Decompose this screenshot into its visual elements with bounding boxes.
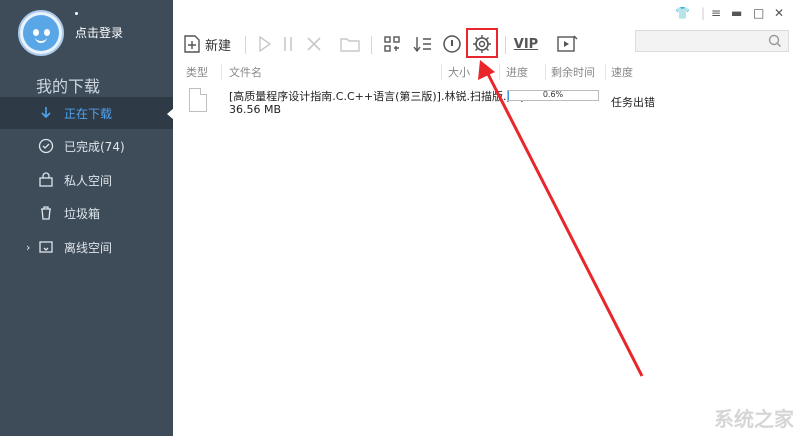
progress-text: 0.6% <box>542 90 564 99</box>
sidebar-item-offline-space[interactable]: › 离线空间 <box>0 231 173 263</box>
column-header: 类型 文件名 大小 进度 剩余时间 速度 <box>173 64 800 80</box>
sort-button[interactable] <box>411 32 435 56</box>
progress-bar: 0.6% <box>507 90 599 101</box>
status-dot <box>75 12 78 15</box>
video-button[interactable] <box>555 32 579 56</box>
download-icon <box>41 107 51 119</box>
file-size: 36.56 MB <box>229 103 282 116</box>
file-icon <box>189 88 207 112</box>
user-area: 点击登录 <box>0 0 173 60</box>
search-input[interactable] <box>635 30 789 52</box>
column-filename[interactable]: 文件名 <box>229 64 262 80</box>
play-icon <box>259 35 272 53</box>
new-file-icon <box>184 35 200 53</box>
watermark: 系统之家 <box>714 407 794 431</box>
column-divider <box>221 64 222 80</box>
sort-icon <box>413 37 431 53</box>
menu-icon[interactable]: ≡ <box>711 6 721 20</box>
download-manager-window: 点击登录 我的下载 正在下载 已完成(74) 私人空间 垃圾箱 › 离线空间 👕 <box>0 0 800 436</box>
delete-button[interactable] <box>303 32 325 56</box>
maximize-icon[interactable]: □ <box>753 6 764 20</box>
grid-view-button[interactable] <box>381 32 403 56</box>
folder-icon <box>340 38 360 52</box>
trash-icon <box>41 206 51 220</box>
new-task-label: 新建 <box>205 38 232 54</box>
pause-button[interactable] <box>279 32 297 56</box>
column-speed[interactable]: 速度 <box>611 64 633 80</box>
column-divider <box>545 64 546 80</box>
column-divider <box>605 64 606 80</box>
grid-icon <box>384 36 400 52</box>
close-icon[interactable]: ✕ <box>774 6 784 20</box>
login-link[interactable]: 点击登录 <box>75 24 123 41</box>
sidebar-item-label: 正在下载 <box>64 106 113 121</box>
avatar-eye <box>33 29 39 36</box>
speed-limit-icon <box>443 35 461 53</box>
minimize-icon[interactable]: ▬ <box>731 6 742 20</box>
sidebar-item-label: 已完成(74) <box>64 139 125 154</box>
settings-highlight-box <box>466 28 498 58</box>
file-name: [高质量程序设计指南.C.C++语言(第三版)].林锐.扫描版.php <box>229 90 528 103</box>
vip-button[interactable]: VIP <box>513 32 539 56</box>
column-type[interactable]: 类型 <box>186 64 208 80</box>
check-circle-icon <box>38 138 54 154</box>
status-text: 任务出错 <box>611 96 655 109</box>
vip-label: VIP <box>513 36 539 52</box>
lock-box-icon <box>39 172 53 187</box>
sidebar-item-private-space[interactable]: 私人空间 <box>0 164 173 196</box>
avatar-face-icon <box>23 15 59 51</box>
expand-chevron-icon[interactable]: › <box>26 241 30 254</box>
avatar-eye <box>44 29 50 36</box>
sidebar-section-title: 我的下载 <box>36 77 101 96</box>
pause-icon <box>284 37 292 51</box>
separator: | <box>701 6 706 20</box>
toolbar-separator <box>371 36 372 54</box>
sidebar-item-label: 私人空间 <box>64 173 113 188</box>
table-row[interactable]: [高质量程序设计指南.C.C++语言(第三版)].林锐.扫描版.php 36.5… <box>173 86 800 120</box>
column-size[interactable]: 大小 <box>448 64 470 80</box>
avatar[interactable] <box>18 10 64 56</box>
open-folder-button[interactable] <box>339 32 361 56</box>
sidebar-item-completed[interactable]: 已完成(74) <box>0 130 173 162</box>
cloud-folder-icon <box>39 241 53 253</box>
delete-x-icon <box>307 37 321 51</box>
start-button[interactable] <box>255 32 275 56</box>
main-panel: 👕 | ≡ ▬ □ ✕ 新建 VIP 类型 文件名 大小 进度 剩余时间 速度 … <box>173 0 800 436</box>
search-icon[interactable] <box>768 34 782 48</box>
skin-icon[interactable]: 👕 <box>675 6 690 20</box>
sidebar-item-label: 垃圾箱 <box>64 206 101 221</box>
sidebar-item-label: 离线空间 <box>64 240 113 255</box>
speed-limit-button[interactable] <box>441 32 463 56</box>
toolbar-separator <box>245 36 246 54</box>
sidebar: 点击登录 我的下载 正在下载 已完成(74) 私人空间 垃圾箱 › 离线空间 <box>0 0 174 436</box>
column-divider <box>499 64 500 80</box>
avatar-mouth <box>35 37 47 43</box>
new-task-button[interactable]: 新建 <box>183 32 231 56</box>
column-divider <box>441 64 442 80</box>
video-play-icon <box>557 35 578 52</box>
column-progress[interactable]: 进度 <box>506 64 528 80</box>
toolbar-separator <box>505 36 506 54</box>
sidebar-item-downloading[interactable]: 正在下载 <box>0 97 174 129</box>
sidebar-item-trash[interactable]: 垃圾箱 <box>0 197 173 229</box>
column-remaining-time[interactable]: 剩余时间 <box>551 64 595 80</box>
